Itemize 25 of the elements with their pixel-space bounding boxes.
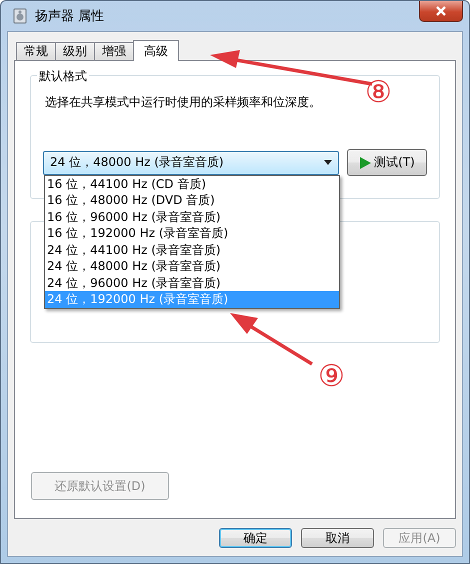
dropdown-option[interactable]: 16 位，44100 Hz (CD 音质) — [45, 176, 339, 192]
dropdown-option[interactable]: 24 位，96000 Hz (录音室音质) — [45, 274, 339, 291]
dropdown-option[interactable]: 16 位，48000 Hz (DVD 音质) — [45, 192, 339, 208]
caret-icon — [324, 160, 332, 165]
speaker-icon — [13, 8, 27, 24]
window-title: 扬声器 属性 — [35, 8, 104, 25]
dialog-button[interactable]: 取消 — [301, 528, 374, 548]
description-text: 选择在共享模式中运行时使用的采样频率和位深度。 — [45, 94, 322, 111]
annotation-number: ⑧ — [365, 78, 392, 108]
play-icon — [359, 156, 372, 168]
close-button[interactable] — [419, 1, 463, 22]
format-dropdown[interactable]: 24 位，48000 Hz (录音室音质) — [43, 150, 339, 174]
annotation-number: ⑨ — [318, 362, 345, 392]
dropdown-option[interactable]: 16 位，96000 Hz (录音室音质) — [45, 208, 339, 225]
tab[interactable]: 级别 — [55, 42, 95, 60]
close-icon — [435, 6, 447, 16]
dialog-button[interactable]: 确定 — [219, 528, 292, 548]
group-title: 默认格式 — [37, 68, 89, 85]
tab[interactable]: 常规 — [16, 42, 56, 60]
tab[interactable]: 高级 — [133, 40, 179, 61]
dropdown-option[interactable]: 16 位，192000 Hz (录音室音质) — [45, 225, 339, 242]
dropdown-option[interactable]: 24 位，44100 Hz (录音室音质) — [45, 242, 339, 258]
tab[interactable]: 增强 — [94, 42, 134, 60]
dropdown-option[interactable]: 24 位，48000 Hz (录音室音质) — [45, 258, 339, 274]
test-button[interactable]: 测试(T) — [347, 149, 427, 176]
